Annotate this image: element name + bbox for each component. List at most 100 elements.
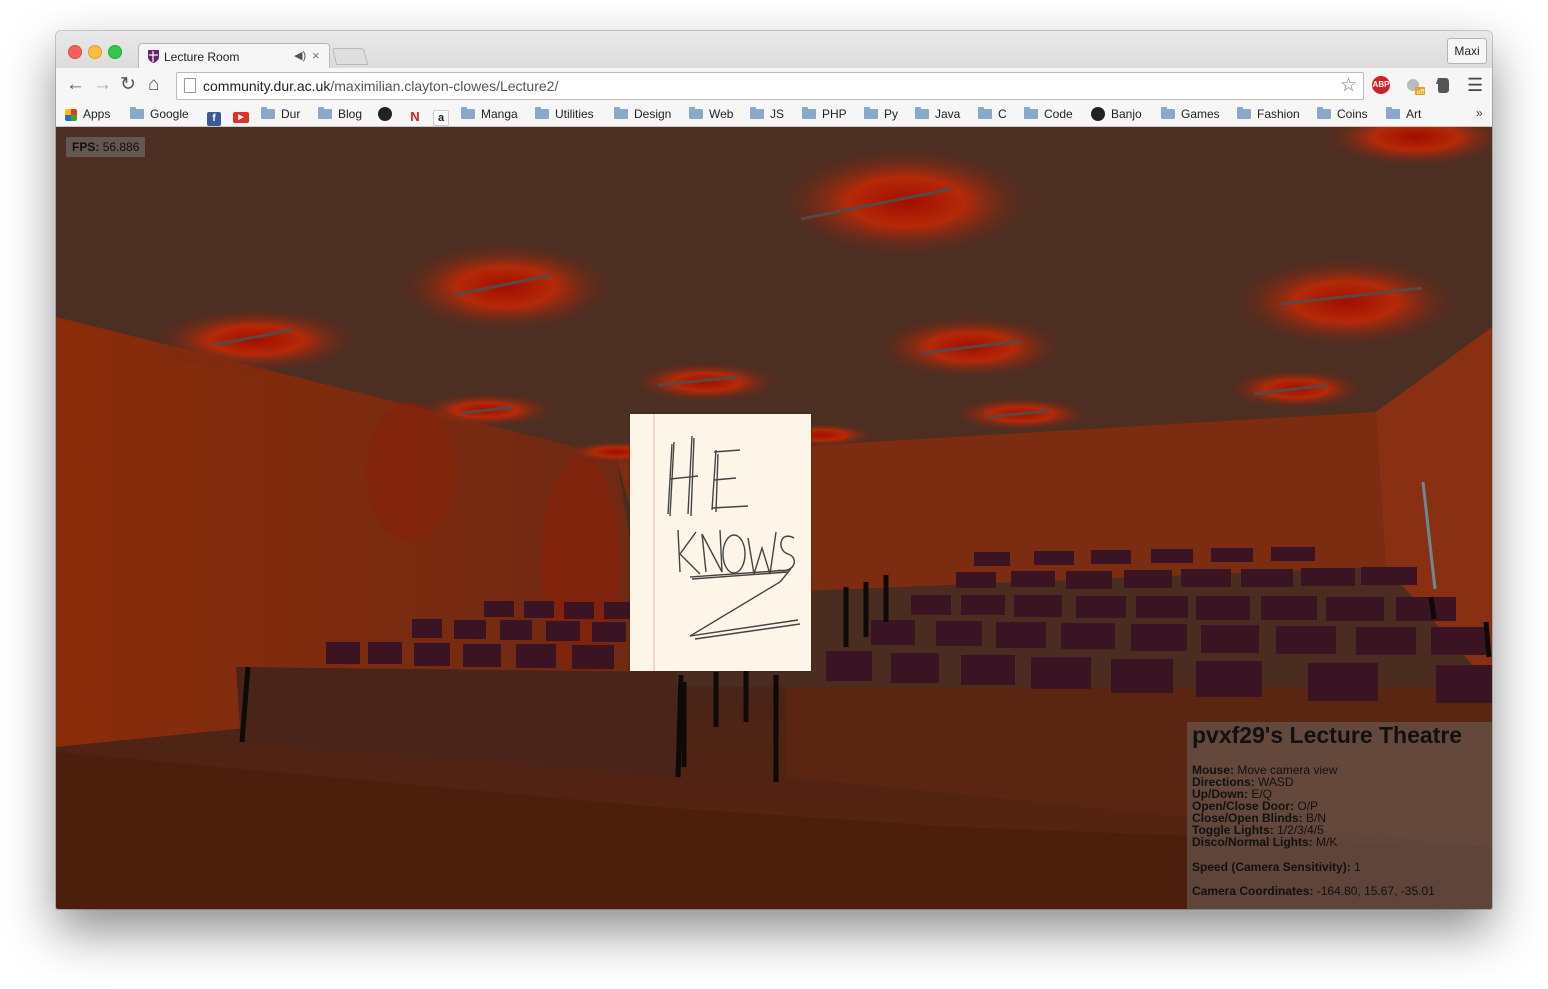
address-bar[interactable]: community.dur.ac.uk/maximilian.clayton-c… xyxy=(176,72,1364,100)
bookmark-label: JS xyxy=(770,107,785,121)
bookmark-blog[interactable]: Blog xyxy=(318,106,362,122)
folder-icon xyxy=(750,107,764,119)
bookmark-php[interactable]: PHP xyxy=(802,106,847,122)
minimize-window-button[interactable] xyxy=(88,45,102,59)
title-bar: Lecture Room ◀) × Maxi xyxy=(56,31,1492,69)
bookmark-label: Dur xyxy=(281,107,301,121)
menu-icon[interactable]: ☰ xyxy=(1467,75,1483,96)
new-tab-button[interactable] xyxy=(331,48,369,65)
bookmark-facebook[interactable]: f xyxy=(207,106,227,126)
folder-icon xyxy=(802,107,816,119)
bookmark-label: Apps xyxy=(83,107,111,121)
bookmark-banjo[interactable]: Banjo xyxy=(1091,106,1142,122)
control-disco: Disco/Normal Lights: M/K xyxy=(1192,836,1337,848)
bookmark-label: Coins xyxy=(1337,107,1368,121)
speed-label: Speed (Camera Sensitivity): xyxy=(1192,860,1351,874)
bookmark-amazon[interactable]: a xyxy=(433,106,455,126)
bookmark-google[interactable]: Google xyxy=(130,106,189,122)
toolbar: ← → ↻ ⌂ community.dur.ac.uk/maximilian.c… xyxy=(56,68,1492,102)
bookmark-java[interactable]: Java xyxy=(915,106,960,122)
maximize-window-button[interactable] xyxy=(108,45,122,59)
folder-icon xyxy=(915,107,929,119)
bookmark-star-icon[interactable]: ☆ xyxy=(1340,74,1357,97)
bookmarks-bar: Apps Google f ▶ Dur Blog N a Manga Utili… xyxy=(56,102,1492,127)
bookmark-coins[interactable]: Coins xyxy=(1317,106,1368,122)
bookmark-label: Utilities xyxy=(555,107,594,121)
bookmark-fashion[interactable]: Fashion xyxy=(1237,106,1300,122)
durham-crest-icon xyxy=(148,50,159,63)
folder-icon xyxy=(1161,107,1175,119)
webgl-canvas[interactable]: FPS: 56.886 pvxf29's Lecture Theatre Mou… xyxy=(56,127,1492,909)
coords-label: Camera Coordinates: xyxy=(1192,884,1314,898)
adblock-icon[interactable]: ABP xyxy=(1372,76,1390,94)
back-icon[interactable]: ← xyxy=(66,74,85,96)
bookmark-youtube[interactable]: ▶ xyxy=(233,106,255,123)
tab-lecture-room[interactable]: Lecture Room ◀) × xyxy=(138,43,330,69)
he-knows-scrawl xyxy=(653,414,801,671)
bookmark-games[interactable]: Games xyxy=(1161,106,1220,122)
bookmark-label: Java xyxy=(935,107,961,121)
bookmark-label: PHP xyxy=(822,107,847,121)
bookmark-label: C xyxy=(998,107,1007,121)
controls-info-panel: pvxf29's Lecture Theatre Mouse: Move cam… xyxy=(1187,722,1492,909)
home-icon[interactable]: ⌂ xyxy=(148,74,159,96)
folder-icon xyxy=(689,107,703,119)
close-window-button[interactable] xyxy=(68,45,82,59)
bookmark-label: Manga xyxy=(481,107,518,121)
he-knows-note xyxy=(630,414,811,671)
control-value: M/K xyxy=(1316,835,1338,849)
bookmark-label: Design xyxy=(634,107,672,121)
folder-icon xyxy=(1237,107,1251,119)
url-path: /maximilian.clayton-clowes/Lecture2/ xyxy=(330,78,559,94)
folder-icon xyxy=(461,107,475,119)
youtube-icon: ▶ xyxy=(233,112,249,123)
bookmark-label: Py xyxy=(884,107,899,121)
bookmark-design[interactable]: Design xyxy=(614,106,671,122)
url-text[interactable]: community.dur.ac.uk/maximilian.clayton-c… xyxy=(203,78,558,94)
bookmark-label: Google xyxy=(150,107,189,121)
bookmark-label: Blog xyxy=(338,107,363,121)
forward-icon[interactable]: → xyxy=(93,74,112,96)
bookmark-js[interactable]: JS xyxy=(750,106,784,122)
bookmark-c[interactable]: C xyxy=(978,106,1007,122)
folder-icon xyxy=(864,107,878,119)
bookmark-apps[interactable]: Apps xyxy=(65,106,110,122)
github-icon xyxy=(378,107,392,121)
folder-icon xyxy=(978,107,992,119)
speed-value: 1 xyxy=(1354,860,1361,874)
tab-close-icon[interactable]: × xyxy=(312,48,320,63)
fps-label: FPS: xyxy=(72,140,100,154)
bookmark-github[interactable] xyxy=(378,106,398,122)
bookmark-netflix[interactable]: N xyxy=(408,106,428,124)
bookmark-code[interactable]: Code xyxy=(1024,106,1073,122)
bookmark-label: Web xyxy=(709,107,734,121)
evernote-icon[interactable] xyxy=(1435,76,1453,94)
reload-icon[interactable]: ↻ xyxy=(120,74,136,96)
coords-value: -164.80, 15.67, -35.01 xyxy=(1316,884,1435,898)
control-key: Disco/Normal Lights: xyxy=(1192,835,1313,849)
bookmark-art[interactable]: Art xyxy=(1386,106,1421,122)
more-bookmarks-icon[interactable]: » xyxy=(1476,106,1483,120)
browser-window: Lecture Room ◀) × Maxi ← → ↻ ⌂ community… xyxy=(56,31,1492,909)
bookmark-label: Banjo xyxy=(1111,107,1142,121)
bookmark-utilities[interactable]: Utilities xyxy=(535,106,594,122)
apps-grid-icon xyxy=(65,109,77,121)
info-title: pvxf29's Lecture Theatre xyxy=(1192,722,1463,748)
bookmark-label: Code xyxy=(1044,107,1073,121)
profile-button[interactable]: Maxi xyxy=(1447,38,1487,64)
bookmark-web[interactable]: Web xyxy=(689,106,733,122)
speaker-icon[interactable]: ◀) xyxy=(294,49,306,62)
folder-icon xyxy=(1317,107,1331,119)
bookmark-dur[interactable]: Dur xyxy=(261,106,300,122)
netflix-icon: N xyxy=(410,109,420,124)
banjo-icon xyxy=(1091,107,1105,121)
extension-off-icon[interactable]: off xyxy=(1405,76,1425,96)
bookmark-py[interactable]: Py xyxy=(864,106,898,122)
folder-icon xyxy=(130,107,144,119)
folder-icon xyxy=(535,107,549,119)
folder-icon xyxy=(261,107,275,119)
tab-title: Lecture Room xyxy=(164,50,240,64)
folder-icon xyxy=(318,107,332,119)
bookmark-manga[interactable]: Manga xyxy=(461,106,518,122)
fps-counter: FPS: 56.886 xyxy=(66,137,146,157)
